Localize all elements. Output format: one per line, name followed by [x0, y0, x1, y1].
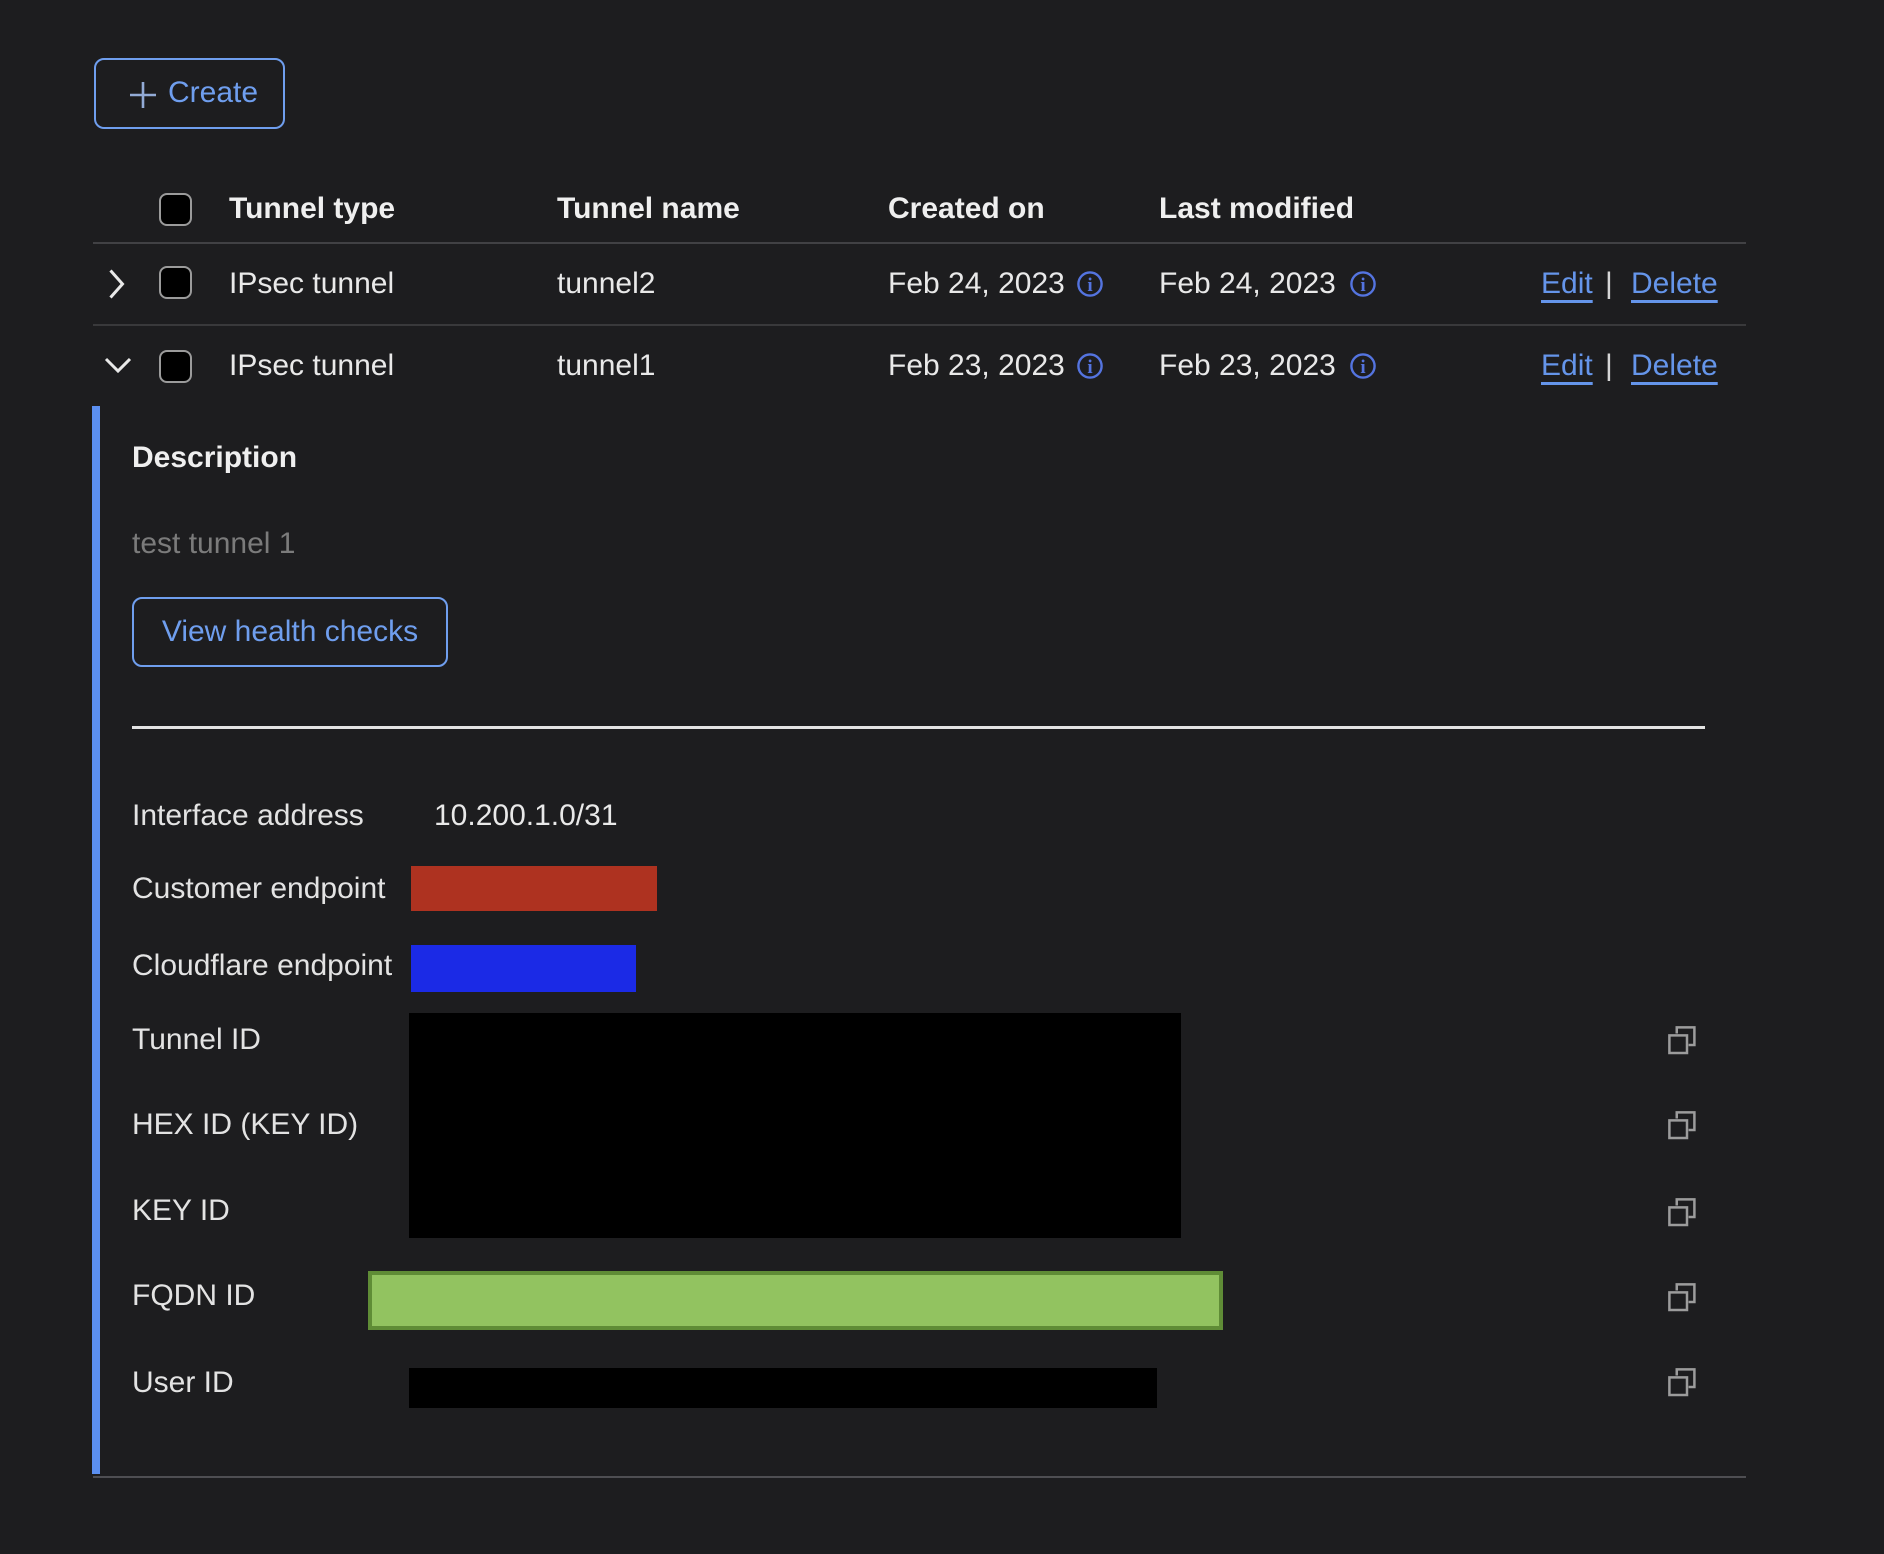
svg-text:i: i	[1087, 357, 1092, 378]
svg-text:i: i	[1087, 275, 1092, 296]
svg-text:i: i	[1360, 357, 1365, 378]
svg-text:i: i	[1360, 275, 1365, 296]
